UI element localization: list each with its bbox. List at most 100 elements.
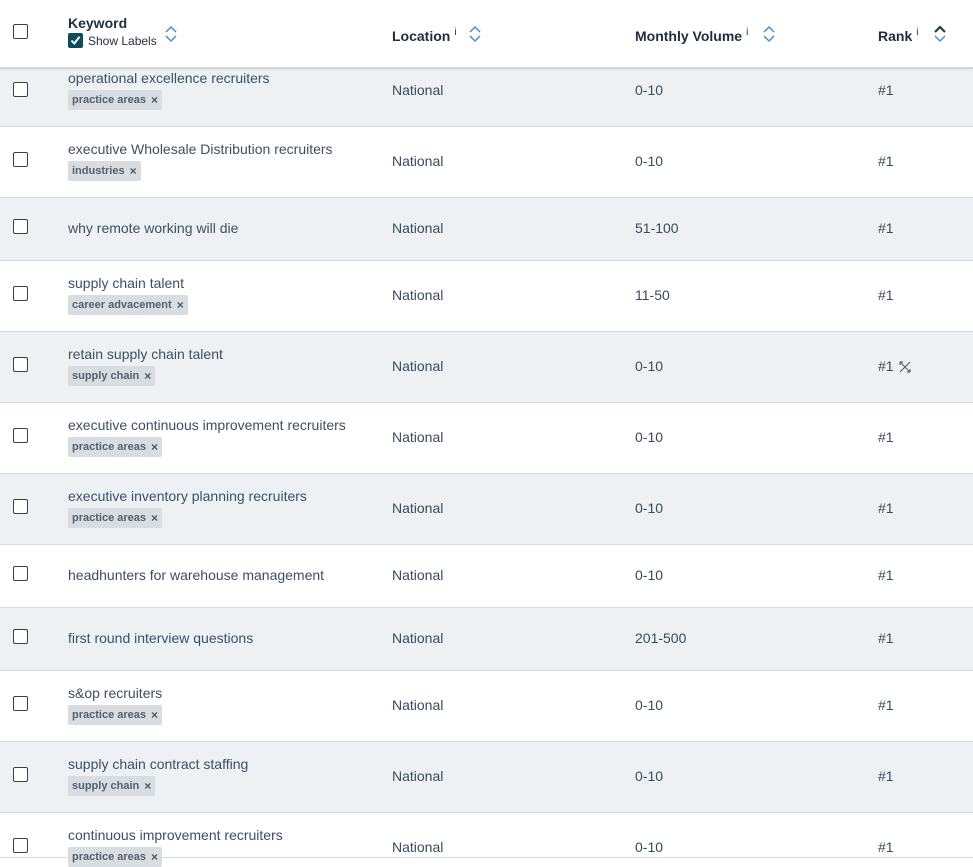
tag-label: practice areas: [72, 851, 146, 863]
volume-cell: 0-10: [635, 429, 664, 445]
tag-label: career advacement: [72, 299, 172, 311]
location-cell: National: [392, 839, 444, 855]
show-labels-label: Show Labels: [88, 33, 157, 48]
row-checkbox[interactable]: [13, 357, 28, 372]
table-row: executive inventory planning recruiters …: [0, 474, 973, 545]
volume-cell: 51-100: [635, 220, 679, 236]
table-row: executive Wholesale Distribution recruit…: [0, 127, 973, 198]
location-cell: National: [392, 768, 444, 784]
keyword-text[interactable]: s&op recruiters: [68, 685, 162, 701]
table-row: continuous improvement recruiters practi…: [0, 813, 973, 867]
volume-column-title[interactable]: Monthly Volume i: [635, 27, 748, 44]
volume-cell: 0-10: [635, 500, 664, 516]
tag-remove-icon[interactable]: ×: [151, 708, 158, 722]
location-cell: National: [392, 697, 444, 713]
tag-remove-icon[interactable]: ×: [130, 164, 137, 178]
keyword-tag: practice areas ×: [68, 847, 163, 867]
keyword-text[interactable]: retain supply chain talent: [68, 346, 223, 362]
location-column-title[interactable]: Location i: [392, 27, 457, 44]
rank-cell: #1: [878, 358, 912, 374]
volume-cell: 11-50: [635, 287, 670, 303]
tag-remove-icon[interactable]: ×: [144, 779, 151, 793]
keyword-text[interactable]: first round interview questions: [68, 630, 253, 646]
tag-label: practice areas: [72, 94, 146, 106]
tag-remove-icon[interactable]: ×: [151, 850, 158, 864]
table-row: s&op recruiters practice areas × National…: [0, 671, 973, 742]
keyword-tag: practice areas ×: [68, 705, 163, 725]
rank-title-text: Rank: [878, 28, 913, 44]
table-row: supply chain contract staffing supply ch…: [0, 742, 973, 813]
row-checkbox[interactable]: [13, 152, 28, 167]
keyword-tag: practice areas ×: [68, 90, 163, 110]
tag-remove-icon[interactable]: ×: [177, 298, 184, 312]
keyword-tag: supply chain ×: [68, 366, 156, 386]
show-labels-toggle[interactable]: Show Labels: [68, 33, 157, 48]
row-checkbox[interactable]: [13, 82, 28, 97]
row-checkbox[interactable]: [13, 767, 28, 782]
location-cell: National: [392, 429, 444, 445]
location-info-icon[interactable]: i: [454, 27, 456, 38]
rank-cell: #1: [878, 768, 894, 784]
keyword-text[interactable]: supply chain contract staffing: [68, 756, 248, 772]
rank-cell: #1: [878, 500, 894, 516]
volume-title-text: Monthly Volume: [635, 28, 743, 44]
keyword-text[interactable]: continuous improvement recruiters: [68, 827, 283, 843]
keyword-tag: industries ×: [68, 161, 141, 181]
location-cell: National: [392, 500, 444, 516]
location-cell: National: [392, 567, 444, 583]
table-row: why remote working will die National 51-…: [0, 198, 973, 261]
keyword-text[interactable]: executive continuous improvement recruit…: [68, 417, 346, 433]
rank-cell: #1: [878, 697, 894, 713]
tag-remove-icon[interactable]: ×: [144, 369, 151, 383]
row-checkbox[interactable]: [13, 838, 28, 853]
tag-remove-icon[interactable]: ×: [151, 93, 158, 107]
row-checkbox[interactable]: [13, 286, 28, 301]
rank-cell: #1: [878, 287, 894, 303]
location-cell: National: [392, 287, 444, 303]
volume-cell: 0-10: [635, 839, 664, 855]
location-cell: National: [392, 630, 444, 646]
volume-cell: 0-10: [635, 358, 664, 374]
row-checkbox[interactable]: [13, 629, 28, 644]
keyword-text[interactable]: operational excellence recruiters: [68, 70, 270, 86]
row-checkbox[interactable]: [13, 219, 28, 234]
keyword-sort-icon[interactable]: [164, 24, 178, 44]
location-cell: National: [392, 358, 444, 374]
select-all-checkbox[interactable]: [13, 24, 28, 39]
location-sort-icon[interactable]: [468, 24, 482, 44]
table-row: executive continuous improvement recruit…: [0, 403, 973, 474]
row-checkbox[interactable]: [13, 499, 28, 514]
row-checkbox[interactable]: [13, 428, 28, 443]
volume-sort-icon[interactable]: [762, 24, 776, 44]
table-row: headhunters for warehouse management Nat…: [0, 545, 973, 608]
row-checkbox[interactable]: [13, 566, 28, 581]
volume-cell: 0-10: [635, 153, 664, 169]
keyword-text[interactable]: executive Wholesale Distribution recruit…: [68, 141, 333, 157]
rank-cell: #1: [878, 82, 894, 98]
tag-label: practice areas: [72, 709, 146, 721]
keyword-text[interactable]: headhunters for warehouse management: [68, 567, 324, 583]
keyword-column-title[interactable]: Keyword: [68, 15, 127, 31]
rank-column-title[interactable]: Rank i: [878, 27, 918, 44]
keyword-tag: career advacement ×: [68, 295, 188, 315]
tag-remove-icon[interactable]: ×: [151, 511, 158, 525]
tag-remove-icon[interactable]: ×: [151, 440, 158, 454]
location-title-text: Location: [392, 28, 451, 44]
volume-cell: 0-10: [635, 82, 664, 98]
volume-cell: 0-10: [635, 697, 664, 713]
rank-info-icon[interactable]: i: [916, 27, 918, 38]
show-labels-checkbox[interactable]: [68, 33, 83, 48]
volume-cell: 0-10: [635, 567, 664, 583]
volume-info-icon[interactable]: i: [746, 27, 748, 38]
tag-label: practice areas: [72, 512, 146, 524]
rank-value: #1: [878, 358, 894, 374]
keyword-text[interactable]: supply chain talent: [68, 275, 184, 291]
rank-sort-active-icon[interactable]: [933, 24, 947, 44]
keyword-text[interactable]: executive inventory planning recruiters: [68, 488, 307, 504]
location-cell: National: [392, 153, 444, 169]
keyword-text[interactable]: why remote working will die: [68, 220, 238, 236]
row-checkbox[interactable]: [13, 696, 28, 711]
keyword-tag: practice areas ×: [68, 437, 163, 457]
tag-label: supply chain: [72, 780, 140, 792]
checkmark-icon: [70, 36, 81, 46]
